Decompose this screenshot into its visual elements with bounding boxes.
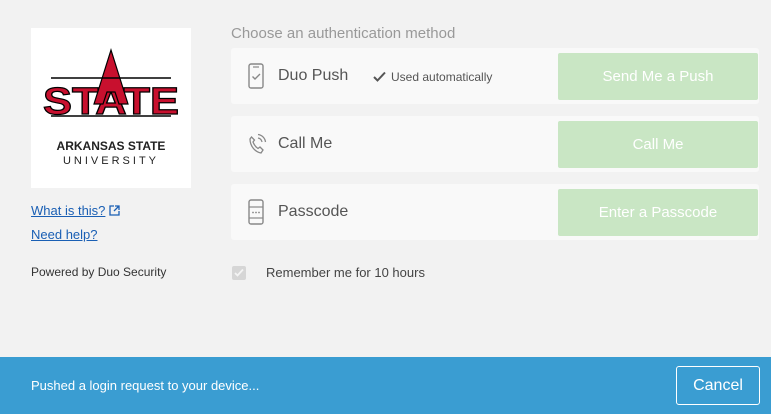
status-bar: Pushed a login request to your device...… — [0, 357, 771, 414]
method-label: Duo Push — [278, 67, 349, 84]
cancel-button[interactable]: Cancel — [676, 366, 760, 405]
method-label: Passcode — [278, 203, 349, 220]
enter-passcode-button[interactable]: Enter a Passcode — [558, 189, 758, 236]
method-row-call-me: Call Me Call Me — [231, 116, 759, 172]
remember-me-label: Remember me for 10 hours — [266, 265, 425, 280]
external-link-icon — [109, 205, 121, 216]
passcode-device-icon — [248, 199, 264, 225]
send-push-button[interactable]: Send Me a Push — [558, 53, 758, 100]
method-label: Call Me — [278, 135, 333, 152]
what-is-this-link[interactable]: What is this? — [31, 203, 121, 218]
what-is-this-label: What is this? — [31, 203, 106, 218]
powered-by-text: Powered by Duo Security — [31, 265, 167, 279]
sidebar: STATE ARKANSAS STATE UNIVERSITY What is … — [0, 0, 215, 357]
arkansas-state-logo: STATE ARKANSAS STATE UNIVERSITY — [31, 28, 191, 188]
phone-ringing-icon — [249, 133, 267, 154]
status-message: Pushed a login request to your device... — [31, 378, 260, 393]
phone-check-icon — [248, 63, 264, 89]
checkmark-icon — [234, 268, 244, 277]
checkmark-icon — [373, 71, 386, 82]
used-automatically-label: Used automatically — [391, 70, 493, 84]
call-me-button[interactable]: Call Me — [558, 121, 758, 168]
logo-university-line1: ARKANSAS STATE — [57, 139, 166, 153]
remember-me: Remember me for 10 hours — [231, 265, 425, 280]
page-title: Choose an authentication method — [231, 25, 456, 42]
remember-me-checkbox[interactable] — [232, 265, 246, 280]
method-row-duo-push: Duo Push Used automatically Send Me a Pu… — [231, 48, 759, 104]
logo-university-line2: UNIVERSITY — [63, 155, 159, 167]
need-help-link[interactable]: Need help? — [31, 227, 98, 242]
method-row-passcode: Passcode Enter a Passcode — [231, 184, 759, 240]
used-automatically-note: Used automatically — [373, 70, 492, 84]
